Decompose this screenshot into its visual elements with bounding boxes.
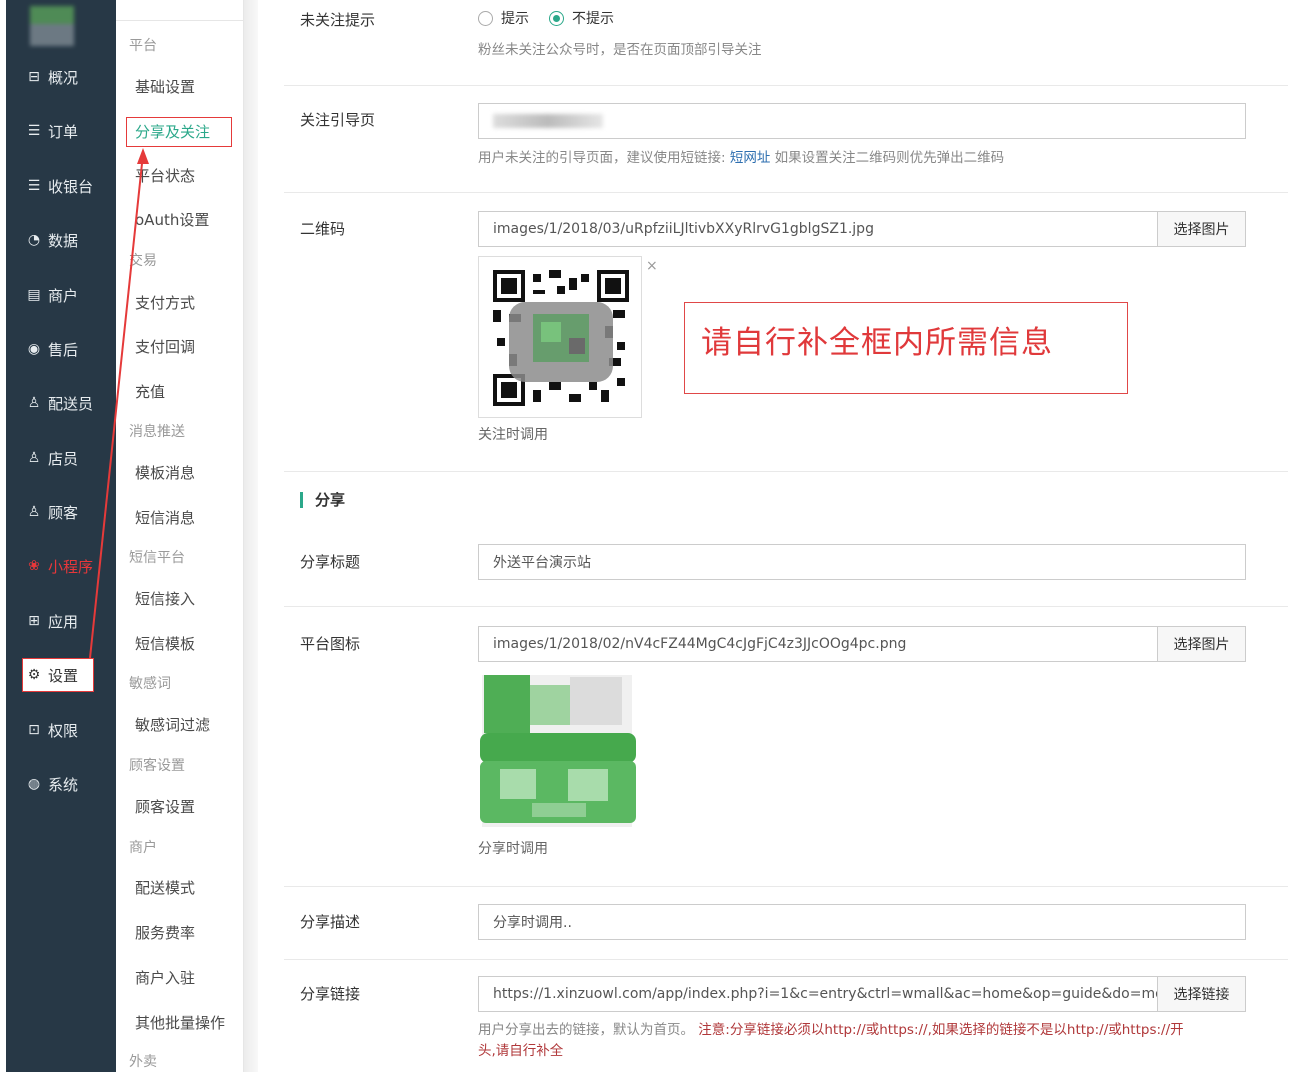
radio-label: 不提示 xyxy=(572,11,614,27)
divider xyxy=(284,959,1288,960)
platform-icon-caption: 分享时调用 xyxy=(478,841,548,857)
qrcode-label: 二维码 xyxy=(300,220,346,238)
divider xyxy=(284,606,1288,607)
divider xyxy=(284,192,1288,193)
follow-page-input[interactable] xyxy=(478,103,1246,139)
share-link-label: 分享链接 xyxy=(300,985,361,1003)
divider xyxy=(284,471,1288,472)
main-content: 未关注提示 提示 不提示 粉丝未关注公众号时，是否在页面顶部引导关注 关注引导页… xyxy=(284,0,1288,1083)
annotation-text: 请自行补全框内所需信息 xyxy=(701,325,1053,361)
share-link-help: 用户分享出去的链接，默认为首页。 注意:分享链接必须以http://或https… xyxy=(478,1018,1184,1038)
follow-page-help: 用户未关注的引导页面，建议使用短链接: 短网址 如果设置关注二维码则优先弹出二维… xyxy=(478,146,1004,166)
qrcode-caption: 关注时调用 xyxy=(478,427,548,443)
help-text: 如果设置关注二维码则优先弹出二维码 xyxy=(774,150,1005,166)
qrcode-image xyxy=(493,270,629,406)
share-desc-label: 分享描述 xyxy=(300,913,361,931)
share-desc-input[interactable]: 分享时调用.. xyxy=(478,904,1246,940)
radio-icon xyxy=(478,10,493,26)
radio-show-tip[interactable]: 提示 xyxy=(478,8,529,28)
select-platform-icon-button[interactable]: 选择图片 xyxy=(1157,626,1246,662)
warning-text: 注意:分享链接必须以http://或https://,如果选择的链接不是以htt… xyxy=(698,1022,1184,1038)
divider xyxy=(284,886,1288,887)
platform-icon-path-input[interactable]: images/1/2018/02/nV4cFZ44MgC4cJgFjC4z3JJ… xyxy=(478,626,1158,662)
qrcode-path-input[interactable]: images/1/2018/03/uRpfziiLJltivbXXyRlrvG1… xyxy=(478,211,1158,247)
page: ⊟ 概况 ☰ 订单 ☰ 收银台 ◔ 数据 ▤ 商户 ◉ 售后 ♙ 配送员 ♙ 店员 ♙ 顾客 ❀ 小… xyxy=(0,0,1302,1083)
follow-page-label: 关注引导页 xyxy=(300,111,376,129)
platform-icon-thumbnail xyxy=(478,671,642,833)
annotation-box: 请自行补全框内所需信息 xyxy=(684,302,1128,394)
help-text: 用户分享出去的链接，默认为首页。 xyxy=(478,1022,694,1038)
unfollow-tip-help: 粉丝未关注公众号时，是否在页面顶部引导关注 xyxy=(478,42,762,58)
select-link-button[interactable]: 选择链接 xyxy=(1157,976,1246,1012)
platform-logo-image xyxy=(480,675,636,827)
short-url-link[interactable]: 短网址 xyxy=(730,150,771,166)
platform-icon-label: 平台图标 xyxy=(300,635,361,653)
radio-hide-tip[interactable]: 不提示 xyxy=(549,8,614,28)
select-qrcode-button[interactable]: 选择图片 xyxy=(1157,211,1246,247)
radio-checked-icon xyxy=(549,10,564,26)
share-link-input[interactable]: https://1.xinzuowl.com/app/index.php?i=1… xyxy=(478,976,1158,1012)
share-title-input[interactable]: 外送平台演示站 xyxy=(478,544,1246,580)
help-text: 用户未关注的引导页面，建议使用短链接: xyxy=(478,150,726,166)
remove-qrcode-icon[interactable]: × xyxy=(646,258,658,274)
radio-label: 提示 xyxy=(501,11,529,27)
divider xyxy=(284,85,1288,86)
unfollow-tip-label: 未关注提示 xyxy=(300,11,376,29)
warning-text: 头,请自行补全 xyxy=(478,1043,564,1059)
share-title-label: 分享标题 xyxy=(300,553,361,571)
share-link-help-line2: 头,请自行补全 xyxy=(478,1039,563,1059)
share-section-title: 分享 xyxy=(300,492,345,508)
qrcode-thumbnail xyxy=(478,256,642,418)
blurred-value xyxy=(493,114,603,128)
